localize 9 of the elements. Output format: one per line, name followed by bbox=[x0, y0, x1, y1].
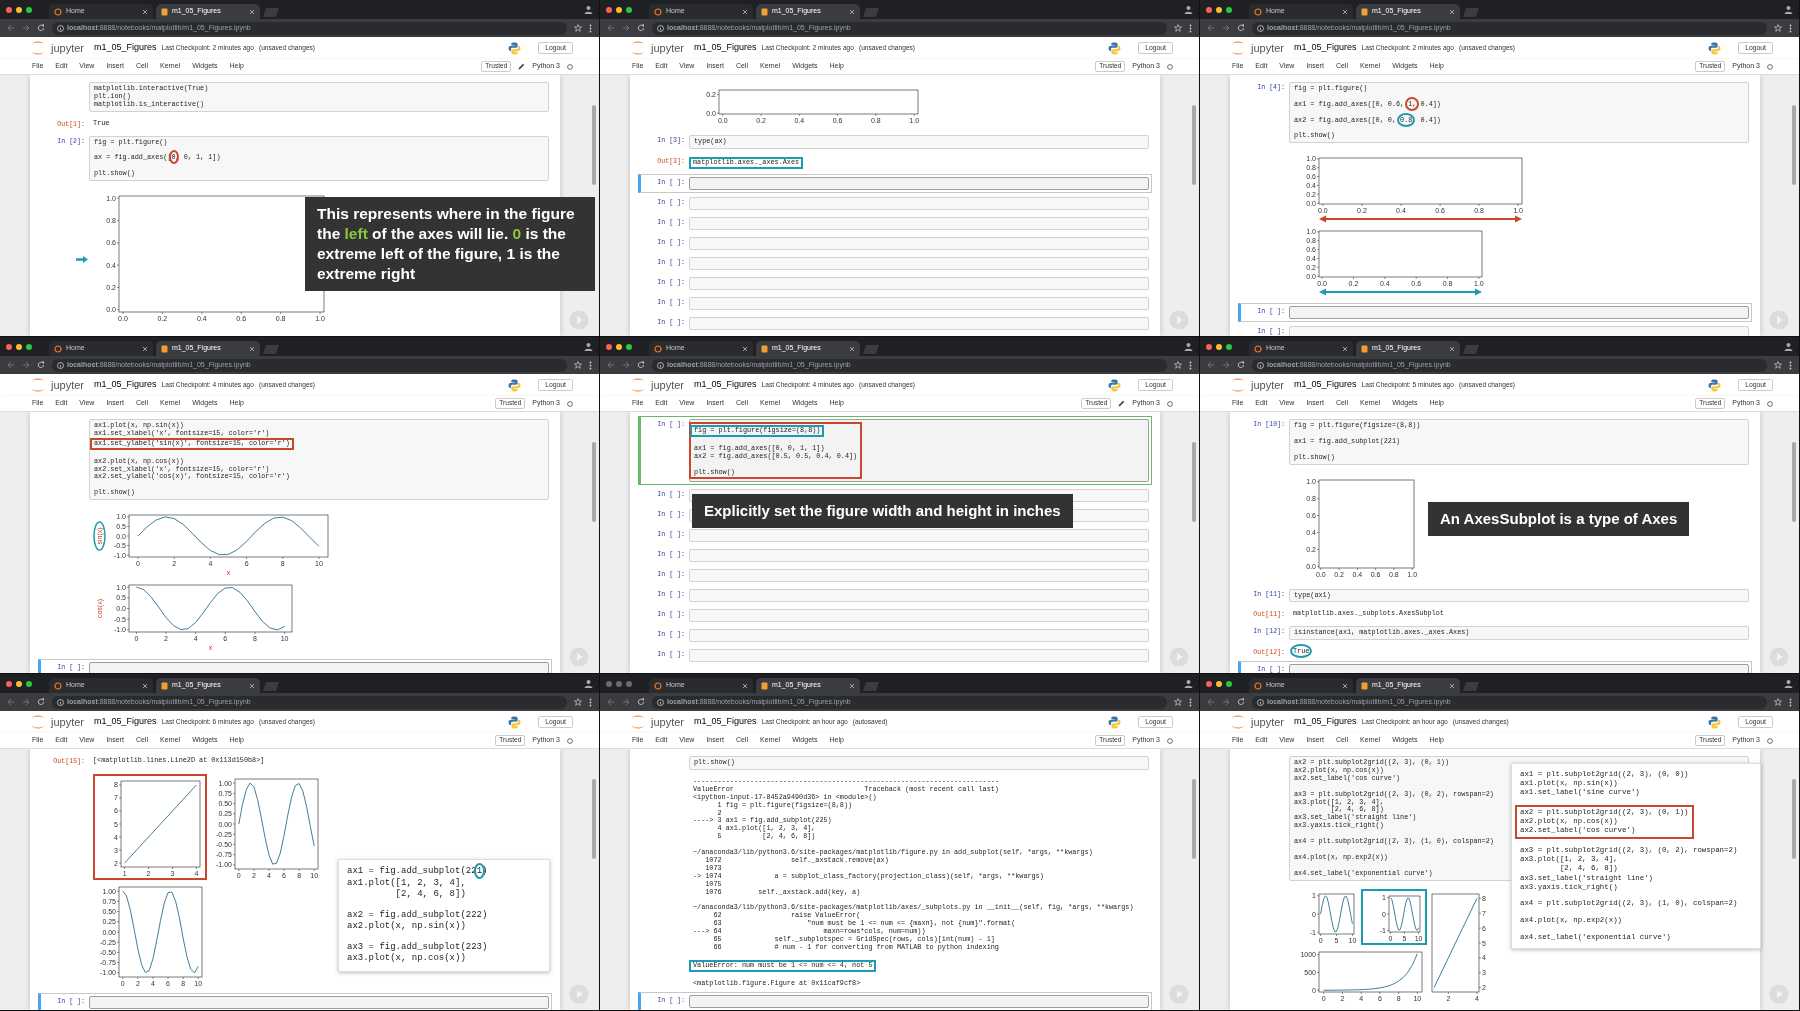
caption-tooltip: Explicitly set the figure width and height in inches bbox=[692, 494, 1073, 528]
code-line: ax2 = fig.add_subplot(222) bbox=[347, 909, 488, 921]
code-line: [2, 4, 6, 8]) bbox=[394, 889, 466, 901]
code-line: ax3.plot(x, np.cos(x)) bbox=[347, 953, 466, 965]
code-line: ax1.plot([1, 2, 3, 4], bbox=[347, 877, 466, 889]
code-line: ax3 = fig.add_subplot(223) bbox=[347, 941, 488, 953]
code-line: ax2.plot(x, np.sin(x)) bbox=[347, 921, 466, 933]
caption-tooltip: An AxesSubplot is a type of Axes bbox=[1428, 502, 1690, 536]
caption-tooltip: This represents where in the figure the left of the axes will lie. 0 is the extreme left of the figure, 1 is the extreme right bbox=[305, 197, 595, 291]
